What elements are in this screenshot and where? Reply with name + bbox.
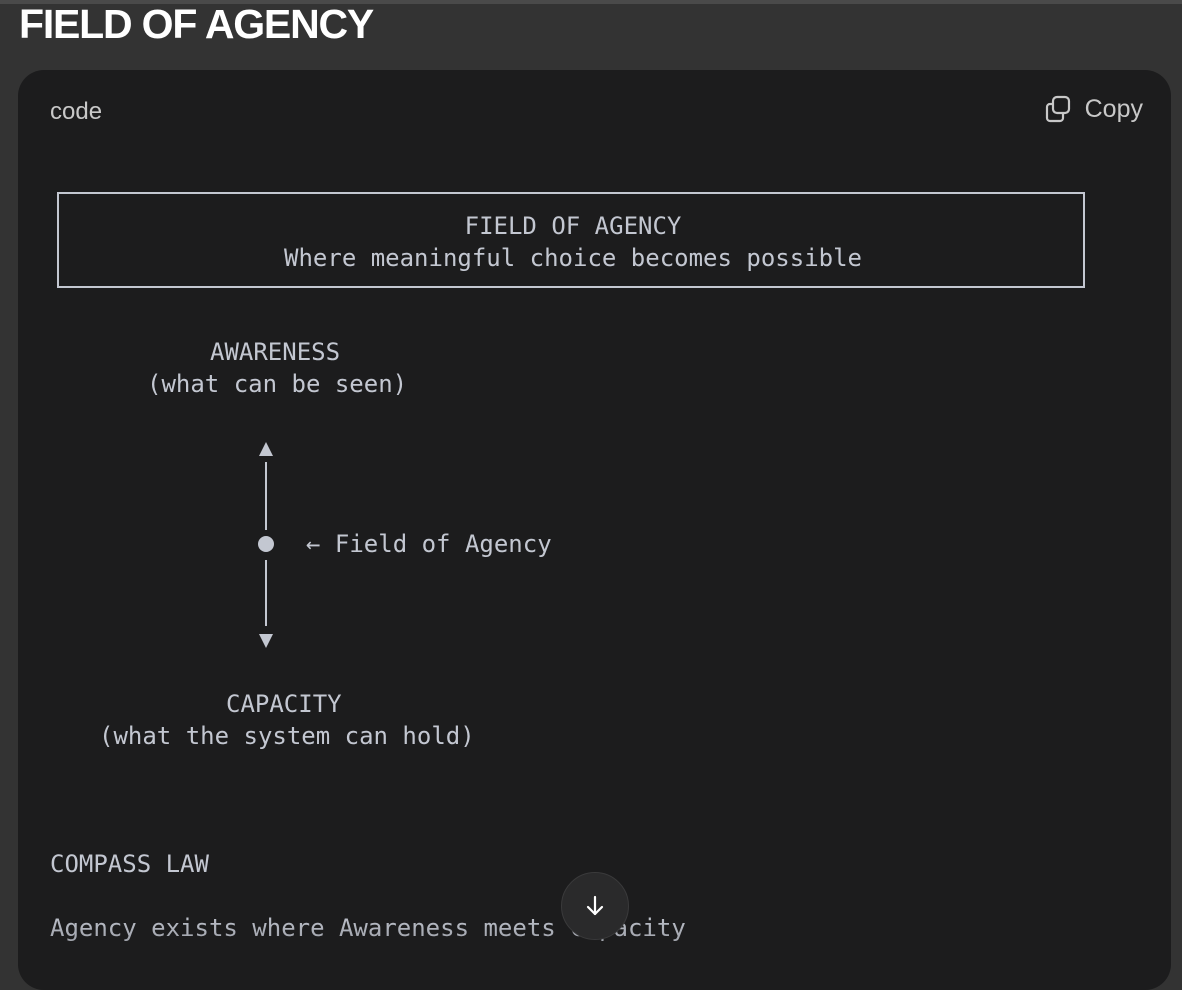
awareness-label: AWARENESS	[210, 338, 341, 366]
code-language-label: code	[50, 98, 103, 125]
scroll-down-button[interactable]	[561, 872, 629, 940]
capacity-description: (what the system can hold)	[99, 722, 475, 750]
law-heading: COMPASS LAW	[50, 850, 209, 878]
axis-pointer-label: ← Field of Agency	[306, 530, 552, 558]
awareness-description: (what can be seen)	[147, 370, 408, 398]
page-title: FIELD OF AGENCY	[19, 1, 374, 47]
copy-button[interactable]: Copy	[1043, 94, 1143, 124]
banner-box: FIELD OF AGENCY Where meaningful choice …	[57, 192, 1085, 288]
capacity-label: CAPACITY	[226, 690, 342, 718]
banner-title: FIELD OF AGENCY	[464, 212, 682, 240]
copy-label: Copy	[1084, 94, 1143, 123]
banner-subtitle: Where meaningful choice becomes possible	[284, 244, 862, 272]
arrow-down-icon	[586, 895, 604, 916]
double-arrow-axis-icon	[258, 442, 274, 648]
copy-icon	[1045, 95, 1070, 123]
code-block: code Copy FIELD OF AGENCY Where meaningf…	[18, 70, 1171, 990]
